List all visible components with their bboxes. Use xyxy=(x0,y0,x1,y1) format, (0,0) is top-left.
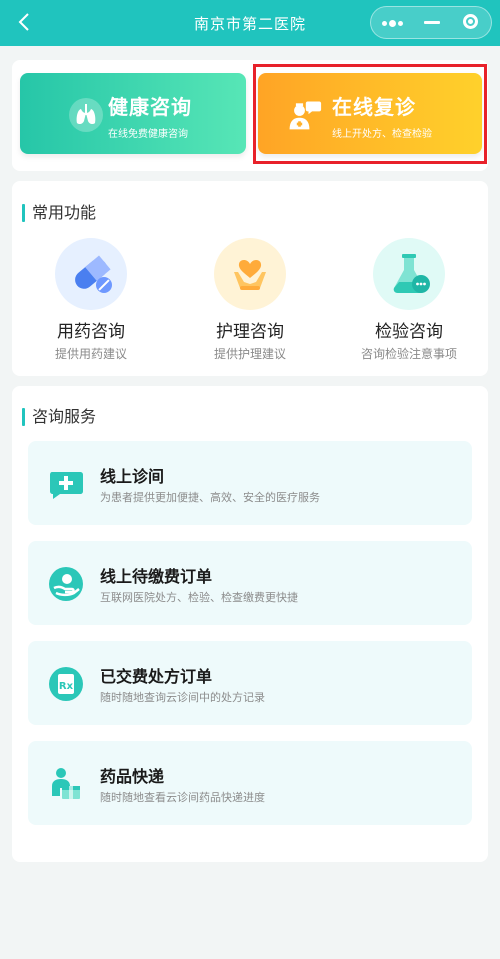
item-subtitle: 互联网医院处方、检验、检查缴费更快捷 xyxy=(100,591,298,604)
drug-delivery-item[interactable]: 药品快递 随时随地查看云诊间药品快递进度 xyxy=(28,741,472,825)
section-title: 常用功能 xyxy=(22,204,96,222)
doctor-chat-icon xyxy=(289,101,322,130)
item-title: 线上诊间 xyxy=(100,467,165,486)
mini-program-capsule xyxy=(370,6,492,39)
item-label: 检验咨询 xyxy=(375,322,443,342)
more-dots-icon[interactable] xyxy=(371,7,411,38)
svg-text:Rx: Rx xyxy=(59,681,74,692)
delivery-icon xyxy=(52,768,80,799)
item-subtitle: 随时随地查看云诊间药品快递进度 xyxy=(100,791,265,804)
item-title: 药品快递 xyxy=(100,767,165,786)
medical-chat-icon xyxy=(50,472,83,499)
item-subtitle: 咨询检验注意事项 xyxy=(360,347,457,361)
target-close-icon[interactable] xyxy=(452,7,492,38)
health-consult-banner[interactable]: 健康咨询 在线免费健康咨询 xyxy=(20,73,246,154)
pending-payment-item[interactable]: 线上待缴费订单 互联网医院处方、检验、检查缴费更快捷 xyxy=(28,541,472,625)
paid-prescription-item[interactable]: Rx 已交费处方订单 随时随地查询云诊间中的处方记录 xyxy=(28,641,472,725)
section-title: 咨询服务 xyxy=(22,408,96,426)
item-subtitle: 提供用药建议 xyxy=(54,347,127,361)
banner-title: 健康咨询 xyxy=(108,95,192,119)
nursing-consult-item[interactable]: 护理咨询 提供护理建议 xyxy=(175,238,325,362)
online-clinic-item[interactable]: 线上诊间 为患者提供更加便捷、高效、安全的医疗服务 xyxy=(28,441,472,525)
item-subtitle: 为患者提供更加便捷、高效、安全的医疗服务 xyxy=(100,491,320,504)
navigation-bar: 南京市第二医院 xyxy=(0,0,500,46)
banner-title: 在线复诊 xyxy=(332,95,416,119)
item-label: 护理咨询 xyxy=(216,322,284,342)
pill-icon xyxy=(55,238,127,310)
item-title: 线上待缴费订单 xyxy=(100,567,213,586)
test-consult-item[interactable]: 检验咨询 咨询检验注意事项 xyxy=(334,238,484,362)
item-subtitle: 随时随地查询云诊间中的处方记录 xyxy=(100,691,265,704)
payment-hand-icon xyxy=(49,567,83,601)
minimize-icon[interactable] xyxy=(412,7,452,38)
prescription-icon: Rx xyxy=(49,667,83,701)
medication-consult-item[interactable]: 用药咨询 提供用药建议 xyxy=(16,238,166,362)
banner-subtitle: 线上开处方、检查检验 xyxy=(332,129,432,140)
item-label: 用药咨询 xyxy=(57,322,125,342)
banner-subtitle: 在线免费健康咨询 xyxy=(108,129,188,140)
online-revisit-banner[interactable]: 在线复诊 线上开处方、检查检验 xyxy=(258,73,482,154)
lungs-icon xyxy=(69,98,103,132)
flask-icon xyxy=(373,238,445,310)
item-title: 已交费处方订单 xyxy=(100,667,213,686)
heart-hands-icon xyxy=(214,238,286,310)
item-subtitle: 提供护理建议 xyxy=(213,347,286,361)
